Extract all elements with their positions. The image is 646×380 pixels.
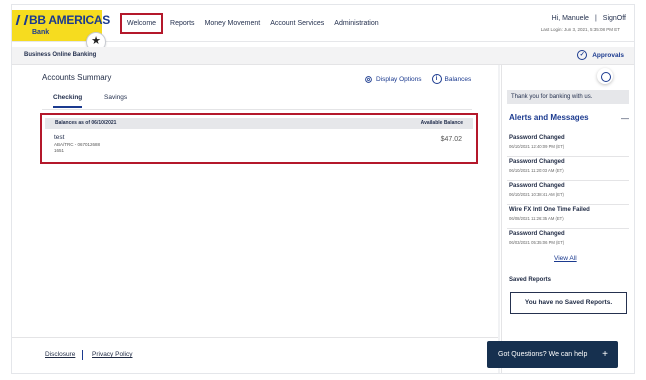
alert-title: Password Changed bbox=[509, 183, 565, 189]
nav-reports[interactable]: Reports bbox=[165, 20, 200, 27]
account-name[interactable]: test bbox=[54, 134, 64, 141]
nav-account-services[interactable]: Account Services bbox=[265, 20, 329, 27]
alert-item[interactable]: Password Changed 06/10/2021 11:20:03 AM … bbox=[507, 158, 629, 181]
signoff-link[interactable]: SignOff bbox=[603, 15, 626, 22]
alert-title: Password Changed bbox=[509, 135, 565, 141]
disclosure-link[interactable]: Disclosure bbox=[45, 351, 75, 358]
approvals-label: Approvals bbox=[592, 51, 624, 59]
chat-help-label: Got Questions? We can help bbox=[498, 351, 588, 358]
balances-link[interactable]: Balances bbox=[445, 76, 472, 83]
account-details: ABA/TRC - 067012688 1651 bbox=[54, 142, 100, 154]
page-title: Business Online Banking bbox=[24, 52, 97, 58]
alert-title: Wire FX Intl One Time Failed bbox=[509, 207, 590, 213]
alert-time: 06/08/2021 11:26:35 AM (ET) bbox=[509, 216, 564, 221]
chat-help-button[interactable]: Got Questions? We can help + bbox=[487, 341, 618, 368]
alert-time: 06/10/2021 12:40:09 PM (ET) bbox=[509, 144, 565, 149]
last-login-text: Last Login: Jun 3, 2021, 5:35:08 PM ET bbox=[540, 27, 620, 32]
main-menu: Welcome Reports Money Movement Account S… bbox=[120, 11, 384, 35]
app-window: BB AMERICAS Bank ★ Welcome Reports Money… bbox=[12, 5, 634, 373]
nav-money-movement[interactable]: Money Movement bbox=[200, 20, 266, 27]
account-number: 1651 bbox=[54, 148, 65, 153]
accounts-summary-title: Accounts Summary bbox=[42, 73, 112, 82]
alert-title: Password Changed bbox=[509, 159, 565, 165]
accounts-summary-card: Accounts Summary Display Options i Balan… bbox=[12, 65, 498, 337]
info-icon[interactable]: i bbox=[431, 74, 442, 84]
bank-logo-wordmark: BB AMERICAS bbox=[15, 13, 110, 27]
user-separator: | bbox=[594, 15, 597, 22]
alert-item[interactable]: Password Changed 06/10/2021 10:38:41 AM … bbox=[507, 182, 629, 205]
saved-reports-empty: You have no Saved Reports. bbox=[510, 292, 627, 314]
logo-name: BB AMERICAS bbox=[29, 13, 110, 27]
page-footer: Disclosure Privacy Policy bbox=[12, 337, 498, 373]
support-ring bbox=[601, 72, 611, 82]
logo-bars-icon bbox=[15, 15, 29, 25]
check-circle-icon: ✓ bbox=[577, 50, 588, 60]
thanks-message: Thank you for banking with us. bbox=[507, 90, 629, 104]
main-content: Accounts Summary Display Options i Balan… bbox=[12, 65, 500, 373]
alert-time: 06/10/2021 10:38:41 AM (ET) bbox=[509, 192, 564, 197]
nav-welcome[interactable]: Welcome bbox=[120, 12, 164, 34]
nav-administration[interactable]: Administration bbox=[329, 20, 383, 27]
approvals-button[interactable]: ✓ Approvals bbox=[577, 50, 624, 60]
footer-divider bbox=[82, 350, 83, 360]
account-tabs: Checking Savings bbox=[42, 92, 472, 110]
collapse-icon[interactable]: — bbox=[621, 114, 629, 123]
alert-time: 06/03/2021 05:35:06 PM (ET) bbox=[509, 240, 565, 245]
balances-as-of-header: Balances as of 06/10/2021 bbox=[55, 120, 117, 126]
tab-savings[interactable]: Savings bbox=[104, 94, 127, 106]
alert-title: Password Changed bbox=[509, 231, 565, 237]
alert-item[interactable]: Password Changed 06/10/2021 12:40:09 PM … bbox=[507, 134, 629, 157]
bank-logo-sub: Bank bbox=[32, 29, 50, 36]
display-options-link[interactable]: Display Options bbox=[376, 76, 422, 83]
balance-table: Balances as of 06/10/2021 Available Bala… bbox=[40, 113, 478, 164]
subheader-bar: Business Online Banking ✓ Approvals bbox=[12, 47, 634, 65]
gear-icon[interactable] bbox=[364, 75, 373, 84]
alerts-title: Alerts and Messages bbox=[509, 113, 589, 122]
alert-item[interactable]: Wire FX Intl One Time Failed 06/08/2021 … bbox=[507, 206, 629, 229]
user-menu: Hi, Manuele | SignOff bbox=[552, 15, 626, 22]
available-balance-value: $47.02 bbox=[440, 136, 462, 143]
user-greeting: Hi, Manuele bbox=[551, 15, 589, 22]
plus-icon: + bbox=[602, 349, 608, 360]
tab-checking[interactable]: Checking bbox=[53, 94, 83, 108]
balance-table-header: Balances as of 06/10/2021 Available Bala… bbox=[45, 118, 473, 129]
alert-time: 06/10/2021 11:20:03 AM (ET) bbox=[509, 168, 564, 173]
available-balance-header: Available Balance bbox=[420, 120, 463, 126]
alert-item[interactable]: Password Changed 06/03/2021 05:35:06 PM … bbox=[507, 230, 629, 252]
top-navigation-bar: BB AMERICAS Bank ★ Welcome Reports Money… bbox=[12, 5, 634, 52]
saved-reports-title: Saved Reports bbox=[509, 277, 552, 283]
support-icon[interactable] bbox=[597, 68, 613, 84]
privacy-policy-link[interactable]: Privacy Policy bbox=[92, 351, 132, 358]
right-sidebar: Thank you for banking with us. Alerts an… bbox=[501, 65, 634, 373]
accounts-actions: Display Options i Balances bbox=[364, 74, 471, 84]
view-all-link[interactable]: View All bbox=[554, 255, 577, 262]
